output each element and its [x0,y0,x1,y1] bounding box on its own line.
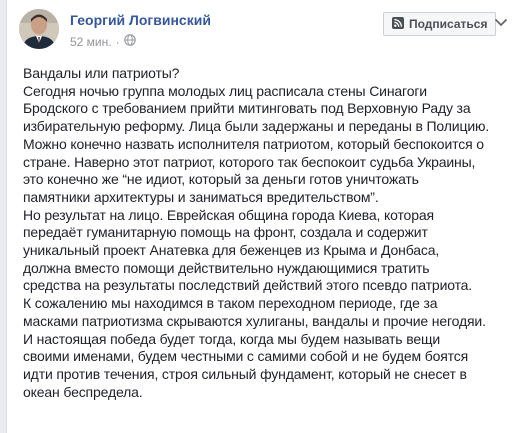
post-text-line: уникальный проект Анатевка для беженцев … [23,242,440,259]
post-text-line: Бродского с требованием прийти митингова… [23,100,471,117]
post-text-line: И настоящая победа будет тогда, когда мы… [23,330,440,347]
post-text-line: океан беспредела. [23,383,143,400]
post-text: Вандалы или патриоты? Сегодня ночью групп… [23,65,515,401]
post-text-line: Можно конечно назвать исполнителя патрио… [23,135,484,152]
rss-icon [392,16,404,32]
post-text-line: Но результат на лицо. Еврейская община г… [23,206,434,223]
post-text-line: идти против течения, строя сильный фунда… [23,365,467,382]
post-text-line: масками патриотизма скрываются хулиганы,… [23,312,486,329]
post-text-line: Вандалы или патриоты? [23,65,180,81]
post-text-line: должна вместо помощи действительно нужда… [23,259,430,276]
post-text-line: передаёт гуманитарную помощь на фронт, с… [23,224,428,241]
subscribe-button[interactable]: Подписаться [383,12,497,36]
post-text-line: памятники архитектуры и заниматься вреди… [23,188,379,205]
post-timestamp[interactable]: 52 мин. [70,35,112,49]
post-text-line: стране. Наверно этот патриот, которого т… [23,153,476,170]
avatar[interactable] [19,9,59,49]
chevron-down-icon[interactable] [491,14,511,30]
author-name[interactable]: Георгий Логвинский [70,12,211,28]
post-text-line: К сожалению мы находимся в таком переход… [23,295,438,312]
post-text-line: избирательную реформу. Лица были задержа… [23,118,490,135]
post-text-line: Сегодня ночью группа молодых лиц расписа… [23,82,427,99]
author-photo [19,9,59,49]
subscribe-label: Подписаться [409,17,488,31]
facebook-post: Георгий Логвинский 52 мин. · Подписаться [6,0,517,433]
post-text-line: средства на результаты последствий дейст… [23,277,473,294]
post-text-line: своими именами, будем честными с самими … [23,348,469,365]
dot-separator: · [115,34,120,49]
post-text-line: это конечно же “не идиот, который за ден… [23,171,419,188]
globe-icon[interactable] [123,34,136,49]
post-meta: 52 мин. · [70,34,136,49]
